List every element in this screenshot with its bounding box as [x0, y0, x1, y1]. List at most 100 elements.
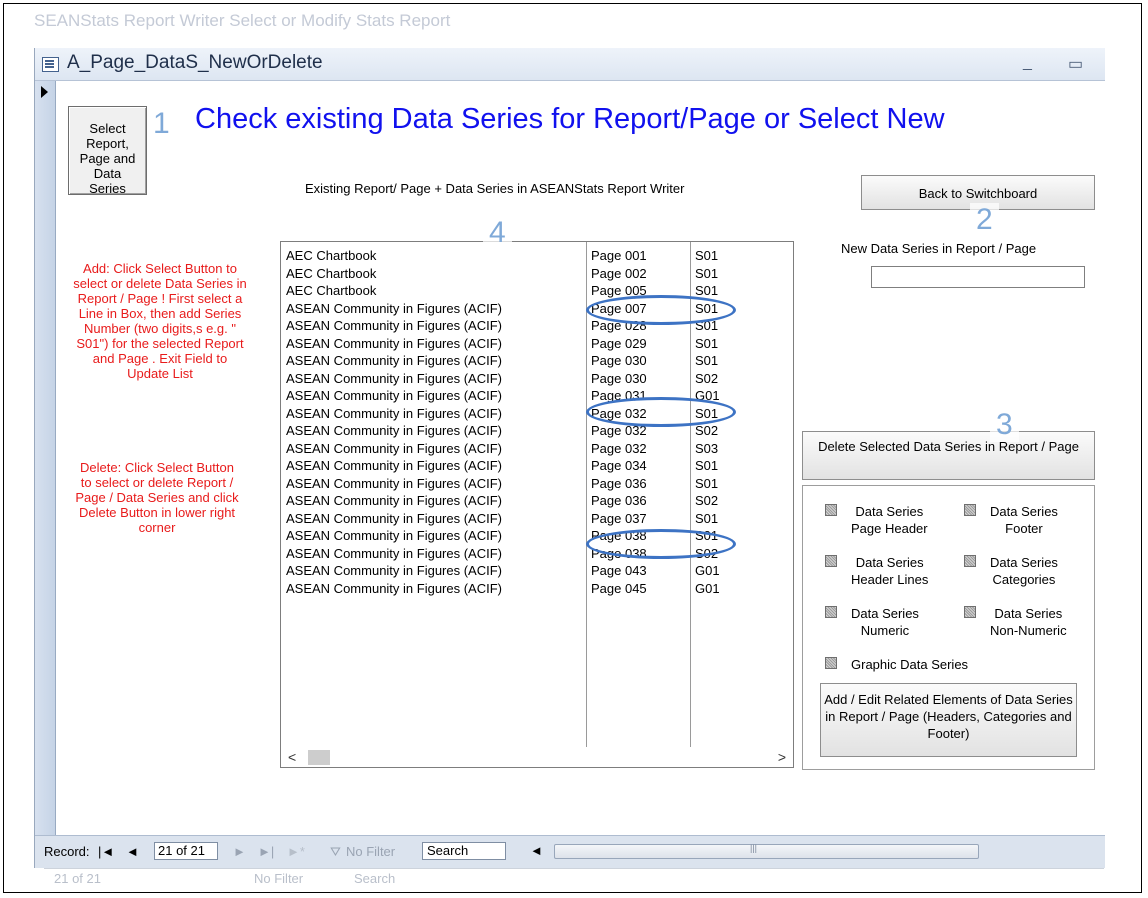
list-item[interactable]: AEC Chartbook Page 001 S01	[281, 247, 793, 264]
list-cell-series: S01	[695, 353, 719, 368]
checkbox-icon[interactable]	[825, 606, 837, 618]
add-edit-related-elements-button[interactable]: Add / Edit Related Elements of Data Seri…	[820, 683, 1077, 757]
checkbox-icon[interactable]	[825, 504, 837, 516]
record-selector-bar[interactable]	[35, 81, 56, 835]
annotation-marker-2: 2	[970, 203, 999, 237]
highlight-oval	[586, 529, 736, 559]
list-cell-page: Page 029	[591, 335, 647, 351]
checkbox-label: Data Series	[851, 606, 919, 621]
filter-status-button[interactable]: No Filter	[346, 844, 395, 859]
background-status-area: 21 of 21 No Filter Search	[44, 868, 1104, 892]
delete-instructions: Delete: Click Select Button to select or…	[75, 460, 239, 535]
list-cell-series: G01	[695, 563, 720, 578]
select-button-line: Page and	[79, 151, 136, 166]
list-item[interactable]: ASEAN Community in Figures (ACIF) Page 03…	[281, 475, 793, 492]
grip-icon: |||	[750, 843, 758, 853]
list-cell-report: ASEAN Community in Figures (ACIF)	[286, 300, 502, 316]
new-series-input[interactable]	[871, 266, 1085, 288]
list-cell-page: Page 043	[591, 563, 647, 578]
checkbox-label: Data Series	[990, 504, 1058, 519]
list-item[interactable]: ASEAN Community in Figures (ACIF) Page 03…	[281, 440, 793, 457]
related-elements-panel: Data Series Page Header Data Series Footer…	[802, 485, 1095, 770]
list-cell-report: ASEAN Community in Figures (ACIF)	[286, 405, 502, 421]
form-window: A_Page_DataS_NewOrDelete _ ▭ Select Repo…	[34, 48, 1105, 868]
list-cell-report: ASEAN Community in Figures (ACIF)	[286, 388, 502, 403]
list-cell-series: S01	[695, 458, 719, 473]
list-cell-page: Page 036	[591, 493, 647, 508]
list-cell-report: ASEAN Community in Figures (ACIF)	[286, 475, 502, 491]
list-item[interactable]: ASEAN Community in Figures (ACIF) Page 03…	[281, 370, 793, 387]
scroll-left-icon[interactable]: ◄	[530, 843, 543, 858]
last-record-button[interactable]: ►|	[258, 844, 274, 859]
search-input[interactable]: Search	[422, 842, 506, 860]
select-button-line: Series	[89, 181, 126, 196]
list-cell-report: ASEAN Community in Figures (ACIF)	[286, 318, 502, 333]
maximize-button[interactable]: ▭	[1068, 54, 1083, 74]
list-cell-page: Page 037	[591, 510, 647, 526]
listbox-horizontal-scrollbar[interactable]: < >	[281, 748, 793, 767]
list-item[interactable]: ASEAN Community in Figures (ACIF) Page 02…	[281, 335, 793, 352]
scroll-right-icon[interactable]: >	[778, 749, 786, 765]
checkbox-label: Non-Numeric	[990, 623, 1067, 638]
list-cell-report: ASEAN Community in Figures (ACIF)	[286, 353, 502, 368]
checkbox-label: Page Header	[851, 521, 928, 536]
checkbox-label: Header Lines	[851, 572, 929, 587]
list-cell-report: ASEAN Community in Figures (ACIF)	[286, 528, 502, 543]
list-cell-report: ASEAN Community in Figures (ACIF)	[286, 458, 502, 473]
list-item[interactable]: ASEAN Community in Figures (ACIF) Page 03…	[281, 510, 793, 527]
list-item[interactable]: ASEAN Community in Figures (ACIF) Page 03…	[281, 457, 793, 474]
new-series-label: New Data Series in Report / Page	[841, 241, 1037, 256]
list-cell-series: S01	[695, 475, 719, 491]
scroll-thumb[interactable]	[308, 750, 330, 765]
checkbox-icon[interactable]	[825, 555, 837, 567]
current-record-arrow-icon	[41, 86, 48, 98]
background-search-text: Search	[354, 871, 396, 886]
list-item[interactable]: ASEAN Community in Figures (ACIF) Page 04…	[281, 580, 793, 597]
highlight-oval	[586, 397, 736, 427]
checkbox-label: Categories	[992, 572, 1056, 587]
list-cell-page: Page 002	[591, 265, 647, 281]
list-cell-report: ASEAN Community in Figures (ACIF)	[286, 563, 502, 578]
list-cell-series: S02	[695, 493, 719, 508]
add-instructions: Add: Click Select Button to select or de…	[73, 261, 247, 381]
checkbox-icon[interactable]	[964, 606, 976, 618]
list-cell-report: AEC Chartbook	[286, 283, 377, 298]
background-record-text: 21 of 21	[54, 871, 101, 886]
annotation-marker-3: 3	[990, 408, 1019, 442]
highlight-oval	[586, 295, 736, 325]
checkbox-label: Numeric	[860, 623, 910, 638]
list-cell-report: ASEAN Community in Figures (ACIF)	[286, 440, 502, 456]
form-horizontal-scrollbar[interactable]: ◄ |||	[526, 842, 981, 861]
select-report-page-series-button[interactable]: Select Report, Page and Data Series	[68, 106, 147, 196]
list-cell-report: AEC Chartbook	[286, 265, 377, 281]
list-item[interactable]: ASEAN Community in Figures (ACIF) Page 03…	[281, 352, 793, 369]
list-cell-report: ASEAN Community in Figures (ACIF)	[286, 370, 502, 386]
list-cell-page: Page 032	[591, 440, 647, 456]
checkbox-icon[interactable]	[825, 657, 837, 669]
checkbox-icon[interactable]	[964, 504, 976, 516]
record-label: Record:	[44, 844, 90, 859]
list-cell-series: S01	[695, 265, 719, 281]
filter-icon[interactable]: ⛛	[330, 844, 341, 860]
list-item[interactable]: AEC Chartbook Page 002 S01	[281, 265, 793, 282]
delete-selected-series-button[interactable]: Delete Selected Data Series in Report / …	[802, 431, 1095, 480]
annotation-marker-4: 4	[483, 216, 512, 250]
list-item[interactable]: ASEAN Community in Figures (ACIF) Page 03…	[281, 422, 793, 439]
minimize-button[interactable]: _	[1023, 54, 1032, 72]
current-record-input[interactable]: 21 of 21	[154, 842, 218, 860]
list-caption: Existing Report/ Page + Data Series in A…	[305, 181, 685, 196]
previous-record-button[interactable]: ◄	[126, 844, 139, 859]
form-icon	[42, 57, 59, 72]
list-item[interactable]: ASEAN Community in Figures (ACIF) Page 03…	[281, 492, 793, 509]
list-cell-series: S01	[695, 248, 719, 263]
first-record-button[interactable]: |◄	[98, 844, 114, 859]
scroll-left-icon[interactable]: <	[288, 749, 296, 765]
next-record-button[interactable]: ►	[233, 844, 246, 859]
scroll-thumb[interactable]: |||	[554, 843, 979, 859]
existing-series-listbox[interactable]: AEC Chartbook Page 001 S01 AEC Chartbook Pag…	[280, 241, 794, 768]
list-item[interactable]: ASEAN Community in Figures (ACIF) Page 04…	[281, 562, 793, 579]
new-record-button[interactable]: ►*	[287, 844, 305, 859]
list-item[interactable]: AEC Chartbook Page 005 S01	[281, 282, 793, 299]
checkbox-icon[interactable]	[964, 555, 976, 567]
background-app-title: SEANStats Report Writer Select or Modify…	[34, 11, 451, 30]
